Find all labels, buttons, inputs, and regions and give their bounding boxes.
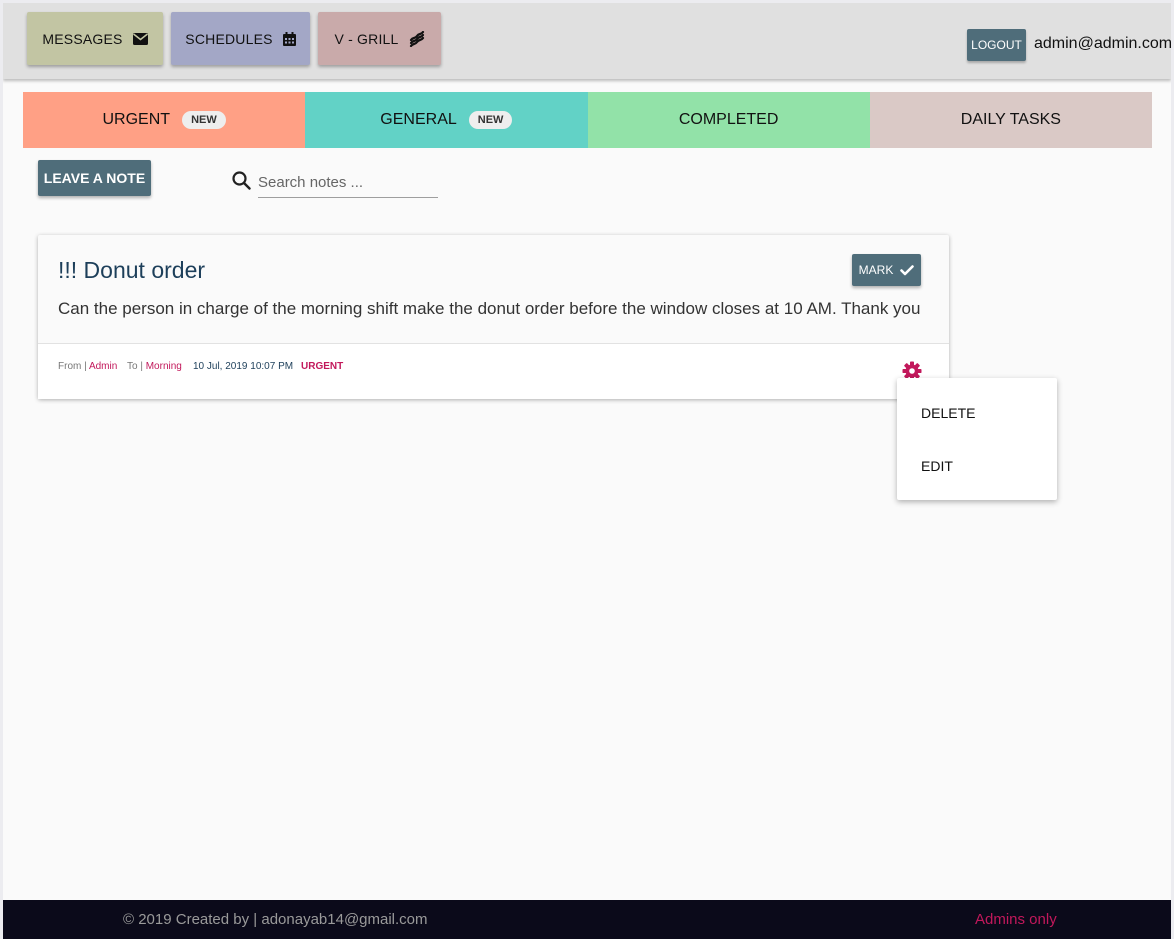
vgrill-label: V - GRILL xyxy=(334,30,399,47)
admins-only-link[interactable]: Admins only xyxy=(975,911,1057,928)
note-title: !!! Donut order xyxy=(58,257,206,283)
schedules-button[interactable]: SCHEDULES xyxy=(171,12,310,65)
note-options-menu: DELETE EDIT xyxy=(897,378,1057,500)
to-value: Morning xyxy=(145,361,182,372)
messages-label: MESSAGES xyxy=(42,30,123,47)
to-label: To | xyxy=(127,361,143,372)
delete-menu-item[interactable]: DELETE xyxy=(921,405,975,421)
tab-completed-label: COMPLETED xyxy=(678,111,779,128)
note-card: !!! Donut order MARK Can the person in c… xyxy=(38,235,949,399)
messages-button[interactable]: MESSAGES xyxy=(27,12,163,65)
from-label: From | xyxy=(58,361,87,372)
new-badge: NEW xyxy=(468,111,513,129)
tab-urgent[interactable]: URGENT NEW xyxy=(23,92,306,148)
calendar-icon xyxy=(282,31,296,46)
vgrill-button[interactable]: V - GRILL xyxy=(318,12,441,65)
schedules-label: SCHEDULES xyxy=(185,30,273,47)
check-icon xyxy=(900,264,915,276)
mark-label: MARK xyxy=(858,263,894,277)
user-email: admin@admin.com xyxy=(1034,35,1171,52)
new-badge: NEW xyxy=(182,111,226,129)
mark-button[interactable]: MARK xyxy=(852,254,921,286)
note-to: To | Morning xyxy=(127,361,182,372)
search-icon xyxy=(232,171,251,195)
from-value: Admin xyxy=(88,361,118,372)
leave-note-button[interactable]: LEAVE A NOTE xyxy=(38,160,151,196)
footer: © 2019 Created by | adonayab14@gmail.com… xyxy=(3,900,1171,939)
tab-daily-tasks-label: DAILY TASKS xyxy=(960,111,1061,128)
tab-general-label: GENERAL xyxy=(380,111,457,128)
top-bar: MESSAGES SCHEDULES V - GRILL LOGOUT admi… xyxy=(3,3,1171,79)
note-date: 10 Jul, 2019 10:07 PM xyxy=(193,361,294,372)
note-priority: URGENT xyxy=(301,361,344,372)
footer-credit: © 2019 Created by | adonayab14@gmail.com xyxy=(123,911,428,928)
bacon-icon xyxy=(409,30,425,47)
edit-menu-item[interactable]: EDIT xyxy=(921,458,953,474)
app-frame: MESSAGES SCHEDULES V - GRILL LOGOUT admi… xyxy=(3,3,1171,939)
tab-daily-tasks[interactable]: DAILY TASKS xyxy=(869,92,1152,148)
envelope-icon xyxy=(132,32,148,45)
logout-button[interactable]: LOGOUT xyxy=(967,29,1026,61)
tab-completed[interactable]: COMPLETED xyxy=(587,92,870,148)
note-from: From | Admin xyxy=(58,361,117,372)
note-tabs: URGENT NEW GENERAL NEW COMPLETED DAILY T… xyxy=(23,92,1152,148)
tab-urgent-label: URGENT xyxy=(102,111,171,128)
note-meta: From | Admin To | Morning 10 Jul, 2019 1… xyxy=(38,344,949,399)
tab-general[interactable]: GENERAL NEW xyxy=(305,92,588,148)
note-body: Can the person in charge of the morning … xyxy=(58,299,921,318)
search-input[interactable] xyxy=(258,168,438,198)
